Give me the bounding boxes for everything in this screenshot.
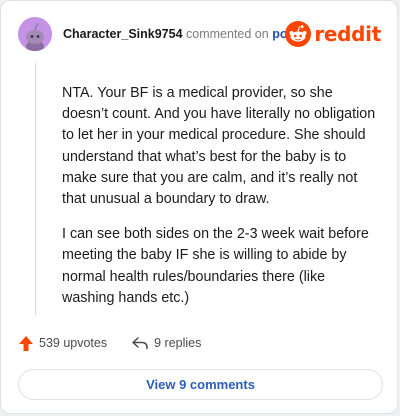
comment-paragraph: I can see both sides on the 2-3 week wai…	[62, 226, 369, 306]
comment-body: NTA. Your BF is a medical provider, so s…	[62, 83, 380, 323]
reddit-wordmark: reddit	[314, 22, 381, 46]
view-comments-button[interactable]: View 9 comments	[18, 369, 383, 400]
reply-count: 9 replies	[154, 336, 202, 350]
upvote-button[interactable]: 539 upvotes	[18, 335, 107, 352]
comment-header: Character_Sink9754 commented on post red…	[18, 17, 381, 51]
comment-card: Character_Sink9754 commented on post red…	[0, 0, 398, 414]
replies-button[interactable]: 9 replies	[131, 336, 201, 350]
comment-byline: Character_Sink9754 commented on post	[63, 27, 299, 41]
commented-on-text: commented on	[186, 27, 269, 41]
comment-actions: 539 upvotes 9 replies	[18, 332, 201, 354]
comment-paragraph: NTA. Your BF is a medical provider, so s…	[62, 85, 376, 208]
reply-arrow-icon	[132, 337, 148, 350]
username-link[interactable]: Character_Sink9754	[63, 27, 183, 41]
upvote-arrow-icon	[19, 335, 33, 351]
reddit-snoo-icon	[285, 21, 312, 47]
thread-line[interactable]	[35, 63, 36, 315]
snoo-avatar-icon	[18, 17, 52, 51]
reddit-logo[interactable]: reddit	[285, 20, 381, 48]
avatar[interactable]	[18, 17, 52, 51]
upvote-count: 539 upvotes	[39, 336, 108, 350]
